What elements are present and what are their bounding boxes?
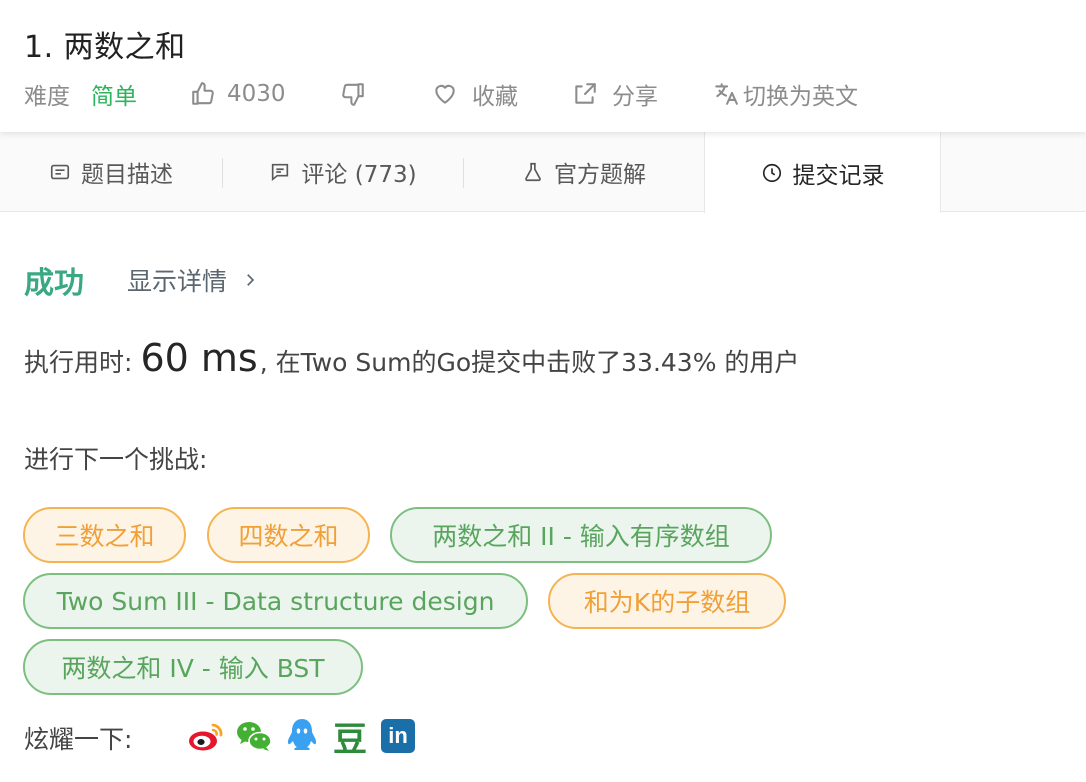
thumbs-down-icon (342, 83, 364, 106)
next-challenge-label: 进行下一个挑战: (24, 445, 208, 474)
difficulty-value: 简单 (91, 84, 137, 110)
linkedin-glyph: in (388, 723, 408, 748)
runtime-summary: 执行用时: 60 ms , 在Two Sum的Go提交中击败了33.43% 的用… (24, 336, 799, 380)
challenge-chip[interactable]: 两数之和 IV - 输入 BST (23, 639, 363, 695)
show-detail-label: 显示详情 (127, 267, 228, 296)
thumbs-up-icon (192, 82, 214, 105)
tab-label: 官方题解 (554, 162, 646, 188)
tab-comments[interactable]: 评论 (773) (223, 132, 463, 212)
challenge-chip[interactable]: Two Sum III - Data structure design (23, 573, 528, 629)
favorite-label: 收藏 (472, 84, 518, 110)
switch-language-label: 切换为英文 (743, 84, 858, 110)
tab-label: 题目描述 (81, 162, 173, 188)
show-detail-link[interactable]: 显示详情 (127, 262, 259, 298)
dislike-button[interactable] (340, 76, 366, 112)
tab-description[interactable]: 题目描述 (0, 132, 222, 212)
switch-language-button[interactable]: 切换为英文 (713, 76, 858, 112)
tab-solution[interactable]: 官方题解 (464, 132, 704, 212)
like-count: 4030 (227, 81, 286, 107)
douban-glyph: 豆 (333, 719, 367, 760)
challenge-chip[interactable]: 和为K的子数组 (548, 573, 786, 629)
challenge-chip[interactable]: 四数之和 (207, 507, 370, 563)
share-icon (575, 83, 596, 104)
comment-icon (272, 163, 289, 182)
wechat-icon[interactable] (234, 716, 274, 756)
tab-submissions[interactable]: 提交记录 (704, 132, 941, 213)
share-label: 分享 (612, 84, 658, 110)
qq-icon[interactable] (282, 716, 322, 756)
chevron-right-icon (247, 274, 255, 286)
problem-title: 1. 两数之和 (24, 30, 186, 65)
tab-label: 评论 (773) (301, 162, 417, 188)
description-icon (50, 164, 70, 180)
tab-bar: 题目描述 评论 (773) 官方题解 提交记录 (0, 132, 1086, 213)
clock-icon (762, 163, 781, 182)
flask-icon (525, 162, 541, 182)
challenge-chip[interactable]: 三数之和 (23, 507, 186, 563)
runtime-suffix: , 在Two Sum的Go提交中击败了33.43% 的用户 (259, 348, 800, 377)
linkedin-icon[interactable]: in (381, 719, 415, 753)
runtime-value: 60 ms (140, 336, 258, 380)
like-button[interactable]: 4030 (190, 76, 286, 112)
share-button[interactable]: 分享 (572, 76, 658, 112)
submission-status: 成功 (24, 266, 84, 301)
heart-icon (435, 84, 455, 104)
problem-header: 1. 两数之和 难度 简单 4030 收藏 分享 切换为英文 (0, 0, 1086, 132)
weibo-icon[interactable] (186, 716, 226, 756)
translate-icon (715, 83, 738, 105)
runtime-prefix: 执行用时: (24, 348, 133, 377)
favorite-button[interactable]: 收藏 (432, 76, 518, 112)
douban-icon[interactable]: 豆 (330, 716, 370, 760)
share-label: 炫耀一下: (24, 725, 133, 754)
challenge-chip[interactable]: 两数之和 II - 输入有序数组 (390, 507, 772, 563)
tab-label: 提交记录 (792, 162, 885, 189)
difficulty-label: 难度 (24, 84, 70, 110)
